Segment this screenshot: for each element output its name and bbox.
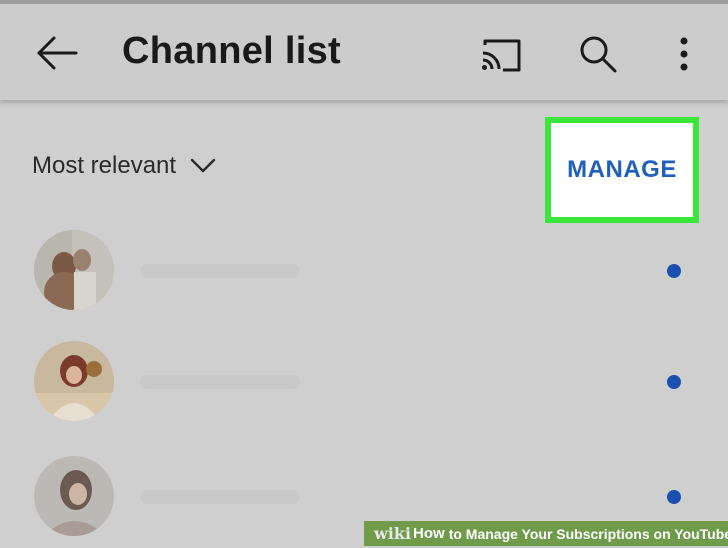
new-content-dot xyxy=(667,264,681,278)
search-button[interactable] xyxy=(566,24,630,84)
new-content-dot xyxy=(667,375,681,389)
watermark-wiki: wiki xyxy=(374,524,412,543)
cast-icon xyxy=(482,39,521,72)
more-options-button[interactable] xyxy=(656,24,712,84)
watermark-how: How xyxy=(413,525,445,542)
channel-name-placeholder xyxy=(140,375,300,389)
sort-label: Most relevant xyxy=(32,152,177,179)
manage-label: MANAGE xyxy=(567,156,677,183)
new-content-dot xyxy=(667,490,681,504)
back-button[interactable] xyxy=(22,24,92,82)
channel-name-placeholder xyxy=(140,264,300,278)
sort-dropdown[interactable]: Most relevant xyxy=(32,148,216,184)
search-icon xyxy=(580,36,617,73)
channel-row[interactable] xyxy=(0,222,728,322)
channel-name-placeholder xyxy=(140,490,300,504)
manage-button[interactable]: MANAGE xyxy=(545,117,699,223)
channel-avatar xyxy=(34,456,114,536)
more-vert-icon xyxy=(680,37,688,71)
watermark-title: to Manage Your Subscriptions on YouTube xyxy=(448,525,728,542)
channel-avatar xyxy=(34,230,114,310)
page-title: Channel list xyxy=(122,30,341,72)
cast-button[interactable] xyxy=(468,26,534,84)
arrow-left-icon xyxy=(37,36,78,70)
chevron-down-icon xyxy=(190,158,216,174)
channel-row[interactable] xyxy=(0,333,728,433)
channel-avatar xyxy=(34,341,114,421)
wikihow-watermark: wiki How to Manage Your Subscriptions on… xyxy=(364,521,728,546)
app-bar: Channel list xyxy=(0,4,728,100)
